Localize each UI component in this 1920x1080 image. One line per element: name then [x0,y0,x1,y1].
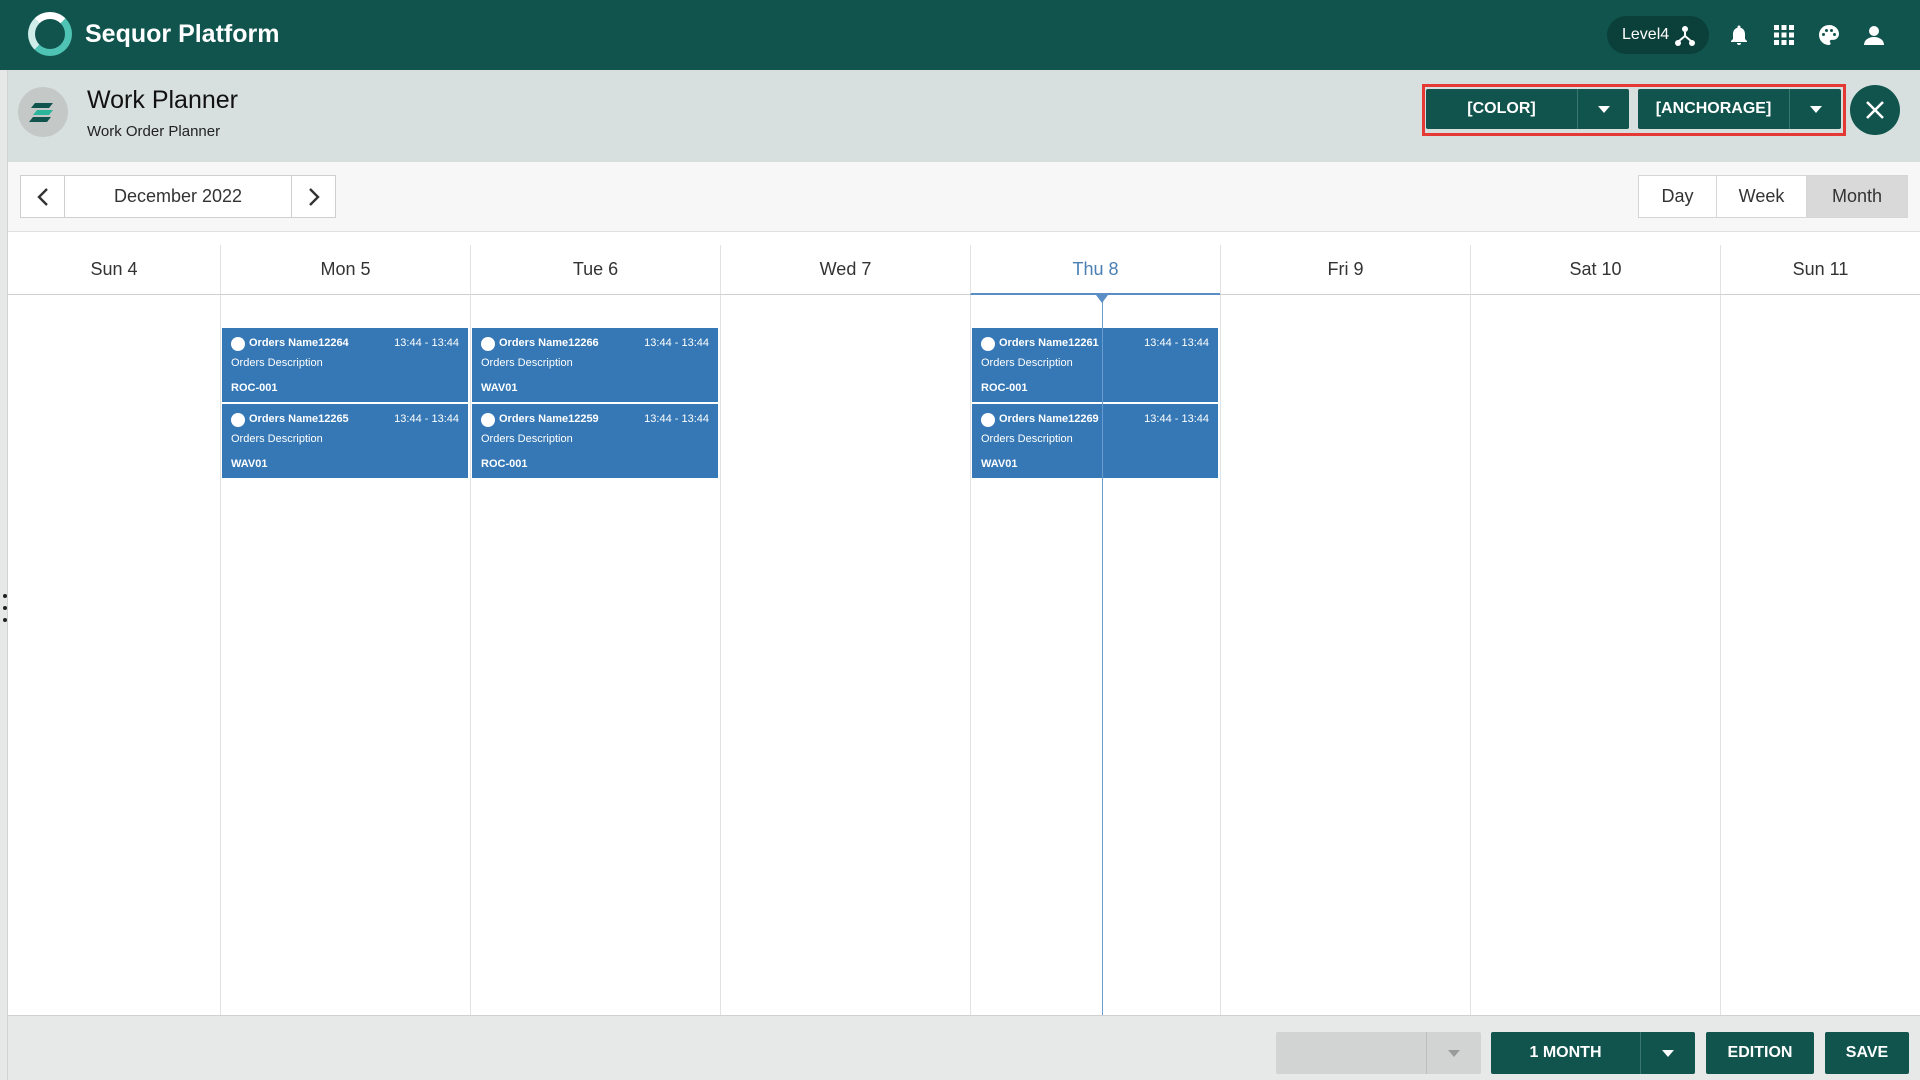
anchorage-filter-label: [ANCHORAGE] [1655,100,1772,117]
previous-period-button[interactable] [21,176,65,217]
app-title: Sequor Platform [85,20,280,48]
event-time: 13:44 - 13:44 [644,413,709,425]
status-dot-icon [981,337,995,351]
day-column-divider [470,295,471,1015]
day-column-divider [220,295,221,1015]
page-title: Work Planner [87,86,238,114]
view-day-button[interactable]: Day [1639,176,1717,217]
anchorage-filter-button[interactable]: [ANCHORAGE] [1638,89,1841,129]
view-month-button[interactable]: Month [1807,176,1907,217]
event-resource: WAV01 [231,458,268,470]
user-icon[interactable] [1860,21,1888,49]
color-filter-button[interactable]: [COLOR] [1426,89,1629,129]
day-column-divider [1470,295,1471,1015]
event-description: Orders Description [981,357,1073,369]
event-resource: ROC-001 [481,458,528,470]
range-select-button[interactable]: 1 MONTH [1491,1032,1695,1074]
color-filter-label: [COLOR] [1467,100,1536,117]
event-time: 13:44 - 13:44 [394,337,459,349]
calendar-grid: Sun 4 Mon 5 Tue 6 Wed 7 Thu 8 Fri 9 Sat … [8,245,1920,1015]
view-switcher: Day Week Month [1638,175,1908,218]
current-time-indicator [1102,295,1103,1015]
close-icon [1866,101,1884,119]
level-selector[interactable]: Level4 [1607,16,1709,54]
event-resource: ROC-001 [981,382,1028,394]
event-time: 13:44 - 13:44 [644,337,709,349]
event-description: Orders Description [231,433,323,445]
event-resource: WAV01 [981,458,1018,470]
day-column-divider [1720,295,1721,1015]
sequor-logo-icon[interactable] [28,12,72,56]
work-order-event[interactable]: Orders Name12269 13:44 - 13:44 Orders De… [972,404,1218,478]
work-planner-app-icon [18,87,68,137]
current-time-marker-icon [1096,295,1108,303]
event-name: Orders Name12265 [249,413,349,425]
level-label: Level4 [1622,26,1670,43]
event-time: 13:44 - 13:44 [394,413,459,425]
close-button[interactable] [1850,85,1900,135]
event-name: Orders Name12259 [499,413,599,425]
event-time: 13:44 - 13:44 [1144,337,1209,349]
status-dot-icon [481,337,495,351]
event-description: Orders Description [481,357,573,369]
status-dot-icon [231,413,245,427]
caret-down-icon[interactable] [1426,1032,1481,1074]
save-button[interactable]: SAVE [1825,1032,1909,1074]
chevron-right-icon [308,187,320,206]
work-order-event[interactable]: Orders Name12264 13:44 - 13:44 Orders De… [222,328,468,402]
status-dot-icon [231,337,245,351]
event-name: Orders Name12269 [999,413,1099,425]
event-name: Orders Name12261 [999,337,1099,349]
edition-label: EDITION [1727,1044,1793,1061]
event-description: Orders Description [981,433,1073,445]
event-description: Orders Description [231,357,323,369]
empty-select-dropdown[interactable] [1276,1032,1481,1074]
palette-icon[interactable] [1815,21,1843,49]
next-period-button[interactable] [291,176,335,217]
day-column-divider [970,295,971,1015]
status-dot-icon [981,413,995,427]
day-header: Mon 5 [220,245,470,295]
day-header: Wed 7 [720,245,970,295]
edition-button[interactable]: EDITION [1706,1032,1814,1074]
work-order-event[interactable]: Orders Name12266 13:44 - 13:44 Orders De… [472,328,718,402]
view-week-button[interactable]: Week [1717,176,1807,217]
event-resource: ROC-001 [231,382,278,394]
status-dot-icon [481,413,495,427]
day-header: Sun 11 [1720,245,1920,295]
chevron-left-icon [36,187,48,206]
day-column-divider [720,295,721,1015]
caret-down-icon[interactable] [1789,89,1841,129]
apps-grid-icon[interactable] [1770,21,1798,49]
work-order-event[interactable]: Orders Name12265 13:44 - 13:44 Orders De… [222,404,468,478]
day-header: Fri 9 [1220,245,1470,295]
top-bar: Sequor Platform Level4 [0,0,1920,70]
day-header-today: Thu 8 [970,245,1220,295]
work-order-event[interactable]: Orders Name12259 13:44 - 13:44 Orders De… [472,404,718,478]
event-description: Orders Description [481,433,573,445]
current-period-label[interactable]: December 2022 [65,186,291,207]
page-subtitle: Work Order Planner [87,123,221,140]
event-name: Orders Name12264 [249,337,349,349]
caret-down-icon[interactable] [1577,89,1629,129]
left-strip [0,70,8,1080]
work-order-event[interactable]: Orders Name12261 13:44 - 13:44 Orders De… [972,328,1218,402]
save-label: SAVE [1845,1044,1889,1061]
caret-down-icon[interactable] [1640,1032,1695,1074]
day-column-divider [1220,295,1221,1015]
day-header: Tue 6 [470,245,720,295]
event-time: 13:44 - 13:44 [1144,413,1209,425]
event-name: Orders Name12266 [499,337,599,349]
event-resource: WAV01 [481,382,518,394]
hierarchy-icon [1675,26,1695,46]
day-header: Sat 10 [1470,245,1720,295]
date-navigator: December 2022 [20,175,336,218]
day-header: Sun 4 [8,245,220,295]
bell-icon[interactable] [1725,21,1753,49]
range-label: 1 MONTH [1529,1044,1602,1061]
